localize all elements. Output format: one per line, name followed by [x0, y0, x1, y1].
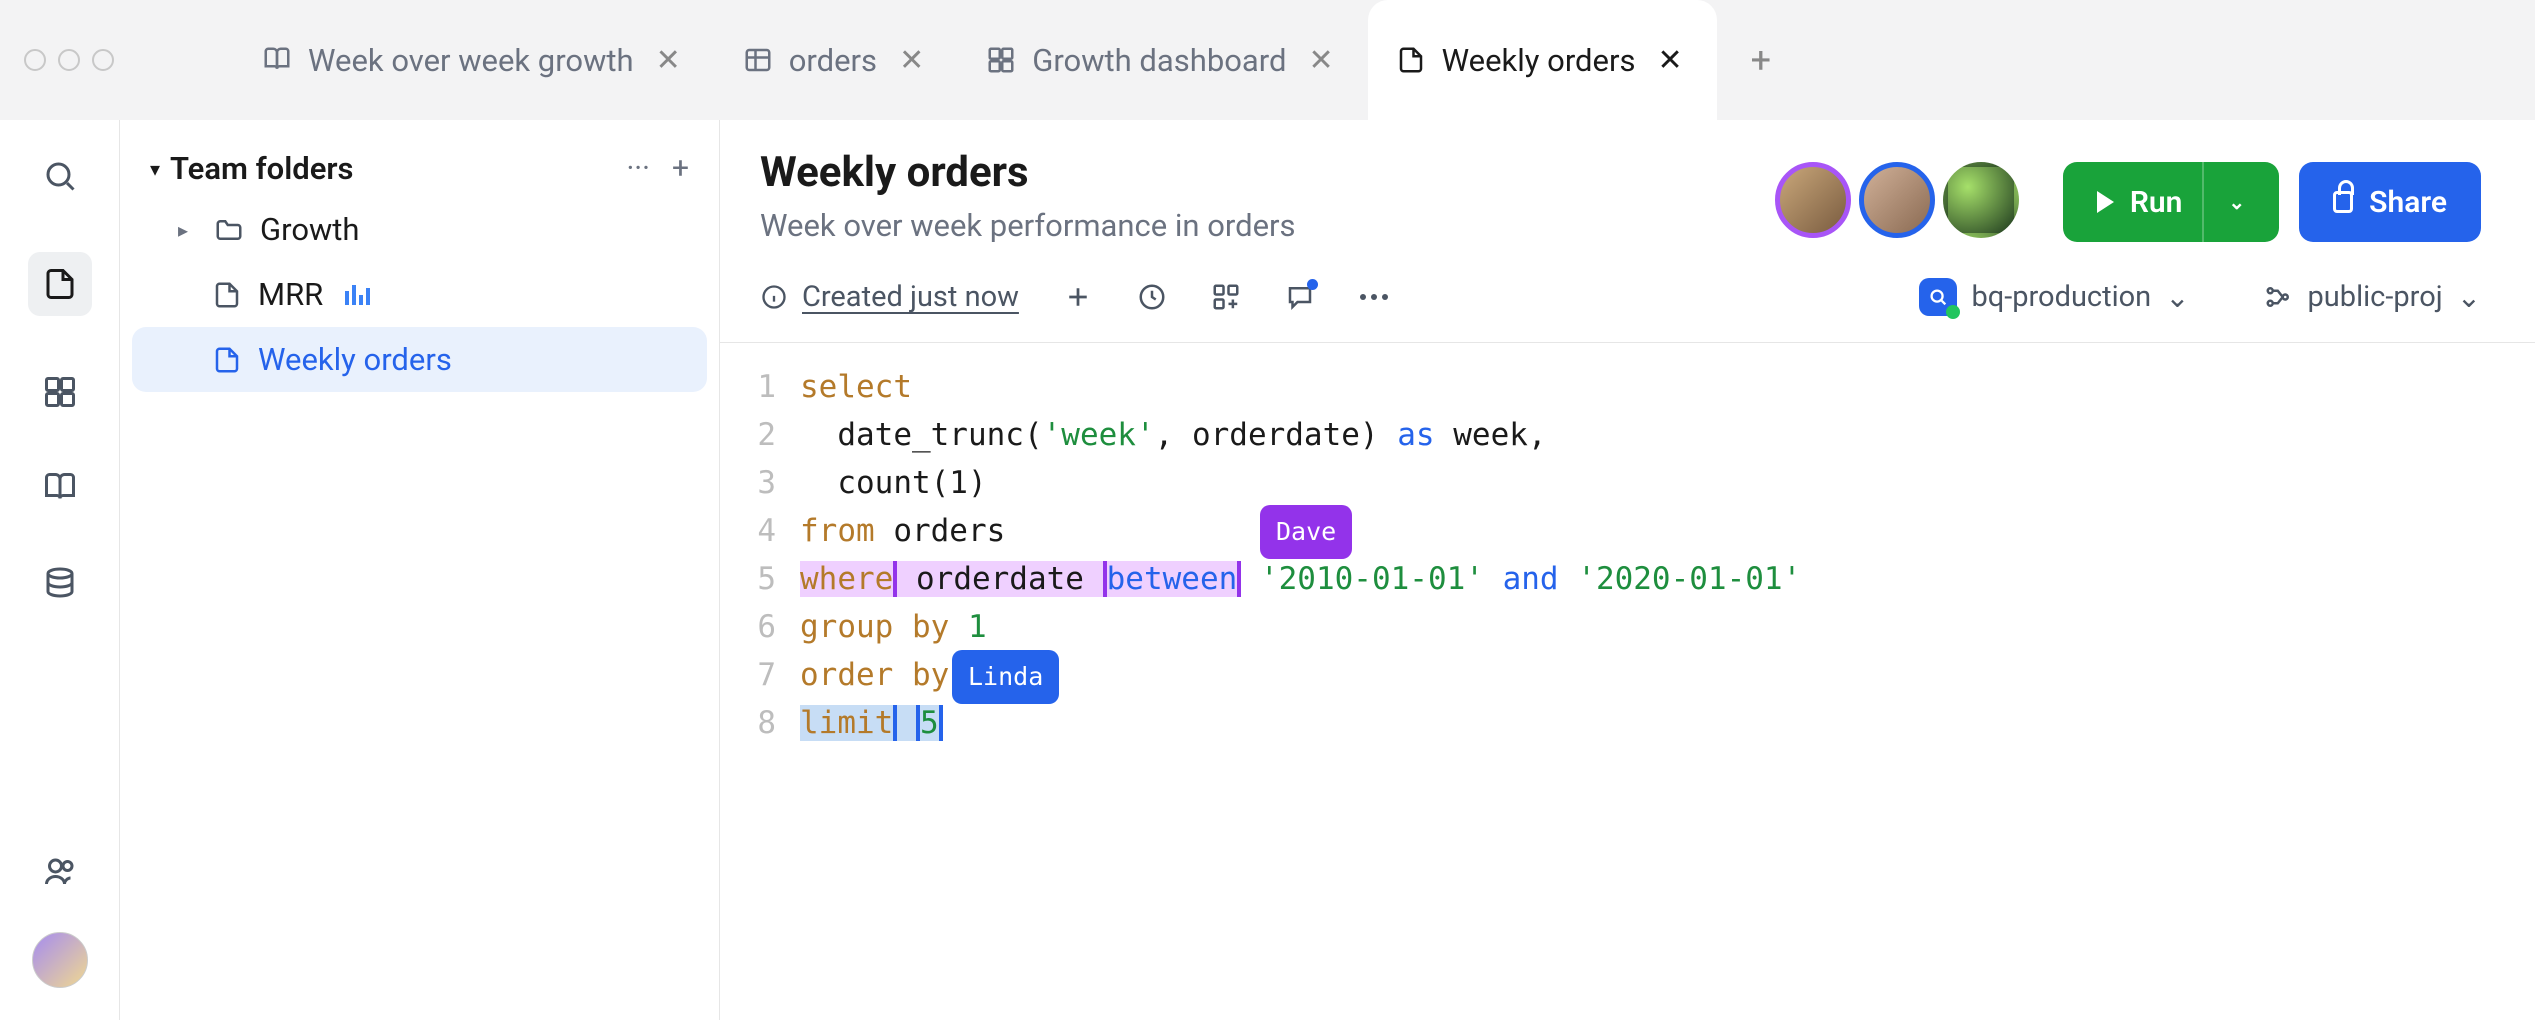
file-weekly-orders[interactable]: Weekly orders — [132, 327, 707, 392]
add-folder-icon[interactable]: + — [672, 151, 689, 186]
more-icon[interactable]: ··· — [626, 151, 650, 186]
collaborator-avatar[interactable] — [1859, 162, 1935, 238]
comments-icon[interactable] — [1285, 282, 1315, 312]
history-icon[interactable] — [1137, 282, 1167, 312]
more-icon[interactable] — [1359, 293, 1389, 301]
caret-down-icon[interactable]: ▾ — [150, 157, 160, 181]
tab-strip: Week over week growth ✕ orders ✕ Growth … — [0, 0, 2535, 120]
folder-icon — [214, 215, 244, 245]
close-window-icon[interactable] — [24, 49, 46, 71]
run-button[interactable]: Run ⌄ — [2063, 162, 2279, 242]
chevron-right-icon: ▸ — [178, 218, 198, 242]
table-icon — [743, 45, 773, 75]
tab-label: Weekly orders — [1442, 42, 1636, 79]
connection-name: bq-production — [1971, 280, 2151, 314]
connection-picker[interactable]: bq-production ⌄ — [1919, 278, 2189, 316]
project-picker[interactable]: public-proj ⌄ — [2264, 280, 2481, 315]
file-label: MRR — [258, 276, 323, 313]
minimize-window-icon[interactable] — [58, 49, 80, 71]
folder-growth[interactable]: ▸ Growth — [132, 197, 707, 262]
tab-weekly-orders[interactable]: Weekly orders ✕ — [1368, 0, 1717, 120]
maximize-window-icon[interactable] — [92, 49, 114, 71]
code-lines[interactable]: Dave Linda select date_trunc('week', ord… — [800, 363, 2535, 1020]
run-dropdown-icon[interactable]: ⌄ — [2210, 190, 2245, 214]
documents-icon[interactable] — [28, 252, 92, 316]
doc-subtitle[interactable]: Week over week performance in orders — [760, 207, 1296, 244]
collaborator-avatar[interactable] — [1775, 162, 1851, 238]
project-icon — [2264, 282, 2294, 312]
collaborator-avatar[interactable] — [1943, 162, 2019, 238]
line-gutter: 12345678 — [720, 363, 800, 1020]
new-tab-button[interactable]: + — [1743, 31, 1779, 89]
file-mrr[interactable]: MRR — [132, 262, 707, 327]
play-icon — [2097, 191, 2114, 213]
collaborator-avatars — [1775, 162, 2019, 238]
tab-label: Growth dashboard — [1032, 42, 1286, 79]
folders-header: ▾ Team folders ··· + — [132, 140, 707, 197]
run-label: Run — [2130, 185, 2183, 220]
book-icon — [262, 45, 292, 75]
chevron-down-icon: ⌄ — [2457, 280, 2481, 315]
cursor-tag-dave: Dave — [1260, 505, 1352, 559]
tab-growth-dashboard[interactable]: Growth dashboard ✕ — [958, 0, 1367, 120]
window-controls — [24, 49, 114, 71]
share-button[interactable]: Share — [2299, 162, 2481, 242]
tab-orders[interactable]: orders ✕ — [715, 0, 958, 120]
tab-label: orders — [789, 42, 877, 79]
doc-icon — [212, 345, 242, 375]
info-icon — [760, 283, 788, 311]
tabs: Week over week growth ✕ orders ✕ Growth … — [234, 0, 1779, 120]
lock-icon — [2333, 191, 2353, 213]
header-bar: Weekly orders Week over week performance… — [720, 120, 2535, 252]
close-tab-icon[interactable]: ✕ — [650, 41, 687, 80]
folder-label: Growth — [260, 211, 360, 248]
content: Weekly orders Week over week performance… — [720, 120, 2535, 1020]
project-name: public-proj — [2308, 280, 2443, 314]
close-tab-icon[interactable]: ✕ — [1651, 41, 1688, 80]
title-block: Weekly orders Week over week performance… — [760, 148, 1296, 244]
close-tab-icon[interactable]: ✕ — [893, 41, 930, 80]
doc-title[interactable]: Weekly orders — [760, 148, 1296, 197]
user-avatar[interactable] — [32, 932, 88, 988]
cursor-tag-linda: Linda — [952, 650, 1059, 704]
chart-badge-icon — [345, 285, 370, 305]
file-label: Weekly orders — [258, 341, 452, 378]
left-rail — [0, 120, 120, 1020]
grid-icon — [986, 45, 1016, 75]
toolbar: Created just now bq-production ⌄ public-… — [720, 252, 2535, 343]
bigquery-icon — [1919, 278, 1957, 316]
database-icon[interactable] — [40, 564, 80, 604]
search-icon[interactable] — [40, 156, 80, 196]
add-icon[interactable] — [1063, 282, 1093, 312]
main-area: ▾ Team folders ··· + ▸ Growth MRR Weekly… — [0, 120, 2535, 1020]
library-icon[interactable] — [40, 468, 80, 508]
dashboards-icon[interactable] — [40, 372, 80, 412]
share-label: Share — [2369, 185, 2447, 220]
chevron-down-icon: ⌄ — [2165, 280, 2189, 315]
created-text: Created just now — [802, 280, 1019, 314]
sql-editor[interactable]: 12345678 Dave Linda select date_trunc('w… — [720, 343, 2535, 1020]
tab-week-over-week-growth[interactable]: Week over week growth ✕ — [234, 0, 715, 120]
doc-icon — [212, 280, 242, 310]
folders-sidebar: ▾ Team folders ··· + ▸ Growth MRR Weekly… — [120, 120, 720, 1020]
close-tab-icon[interactable]: ✕ — [1302, 41, 1339, 80]
divider — [2202, 162, 2204, 242]
tab-label: Week over week growth — [308, 42, 634, 79]
doc-icon — [1396, 45, 1426, 75]
team-icon[interactable] — [40, 852, 80, 892]
created-info[interactable]: Created just now — [760, 280, 1019, 314]
folders-title: Team folders — [170, 150, 616, 187]
apps-icon[interactable] — [1211, 282, 1241, 312]
